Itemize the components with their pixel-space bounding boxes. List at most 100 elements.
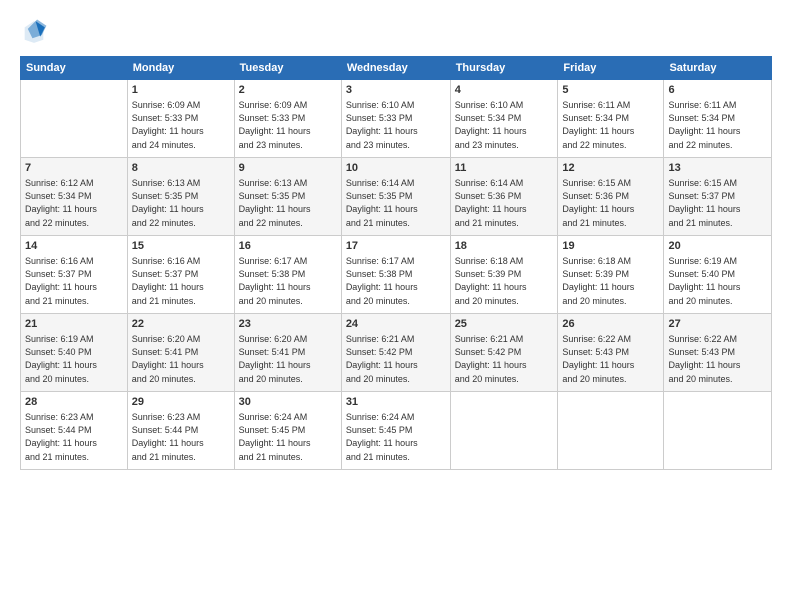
cell-info: Sunrise: 6:18 AM Sunset: 5:39 PM Dayligh…: [455, 255, 554, 307]
calendar-cell: 17Sunrise: 6:17 AM Sunset: 5:38 PM Dayli…: [341, 236, 450, 314]
cell-info: Sunrise: 6:14 AM Sunset: 5:36 PM Dayligh…: [455, 177, 554, 229]
day-number: 12: [562, 161, 659, 176]
calendar-cell: 4Sunrise: 6:10 AM Sunset: 5:34 PM Daylig…: [450, 80, 558, 158]
calendar-cell: 20Sunrise: 6:19 AM Sunset: 5:40 PM Dayli…: [664, 236, 772, 314]
cell-info: Sunrise: 6:09 AM Sunset: 5:33 PM Dayligh…: [132, 99, 230, 151]
calendar-cell: 31Sunrise: 6:24 AM Sunset: 5:45 PM Dayli…: [341, 392, 450, 470]
day-number: 3: [346, 83, 446, 98]
day-number: 10: [346, 161, 446, 176]
day-number: 15: [132, 239, 230, 254]
calendar-cell: 29Sunrise: 6:23 AM Sunset: 5:44 PM Dayli…: [127, 392, 234, 470]
cell-info: Sunrise: 6:20 AM Sunset: 5:41 PM Dayligh…: [132, 333, 230, 385]
calendar-cell: [664, 392, 772, 470]
day-number: 19: [562, 239, 659, 254]
calendar-cell: 8Sunrise: 6:13 AM Sunset: 5:35 PM Daylig…: [127, 158, 234, 236]
day-number: 14: [25, 239, 123, 254]
day-number: 9: [239, 161, 337, 176]
calendar-cell: 3Sunrise: 6:10 AM Sunset: 5:33 PM Daylig…: [341, 80, 450, 158]
day-number: 7: [25, 161, 123, 176]
day-number: 13: [668, 161, 767, 176]
calendar-cell: 22Sunrise: 6:20 AM Sunset: 5:41 PM Dayli…: [127, 314, 234, 392]
calendar-cell: 18Sunrise: 6:18 AM Sunset: 5:39 PM Dayli…: [450, 236, 558, 314]
cell-info: Sunrise: 6:19 AM Sunset: 5:40 PM Dayligh…: [668, 255, 767, 307]
logo: [20, 18, 52, 46]
day-number: 31: [346, 395, 446, 410]
day-number: 29: [132, 395, 230, 410]
cell-info: Sunrise: 6:13 AM Sunset: 5:35 PM Dayligh…: [132, 177, 230, 229]
header-day-wednesday: Wednesday: [341, 57, 450, 80]
cell-info: Sunrise: 6:19 AM Sunset: 5:40 PM Dayligh…: [25, 333, 123, 385]
cell-info: Sunrise: 6:23 AM Sunset: 5:44 PM Dayligh…: [25, 411, 123, 463]
cell-info: Sunrise: 6:17 AM Sunset: 5:38 PM Dayligh…: [239, 255, 337, 307]
calendar-cell: 30Sunrise: 6:24 AM Sunset: 5:45 PM Dayli…: [234, 392, 341, 470]
day-number: 16: [239, 239, 337, 254]
calendar-cell: 10Sunrise: 6:14 AM Sunset: 5:35 PM Dayli…: [341, 158, 450, 236]
calendar-cell: 5Sunrise: 6:11 AM Sunset: 5:34 PM Daylig…: [558, 80, 664, 158]
cell-info: Sunrise: 6:12 AM Sunset: 5:34 PM Dayligh…: [25, 177, 123, 229]
calendar-cell: 27Sunrise: 6:22 AM Sunset: 5:43 PM Dayli…: [664, 314, 772, 392]
cell-info: Sunrise: 6:11 AM Sunset: 5:34 PM Dayligh…: [562, 99, 659, 151]
calendar-cell: 21Sunrise: 6:19 AM Sunset: 5:40 PM Dayli…: [21, 314, 128, 392]
week-row-1: 7Sunrise: 6:12 AM Sunset: 5:34 PM Daylig…: [21, 158, 772, 236]
day-number: 2: [239, 83, 337, 98]
day-number: 17: [346, 239, 446, 254]
calendar-cell: 9Sunrise: 6:13 AM Sunset: 5:35 PM Daylig…: [234, 158, 341, 236]
week-row-2: 14Sunrise: 6:16 AM Sunset: 5:37 PM Dayli…: [21, 236, 772, 314]
day-number: 24: [346, 317, 446, 332]
calendar-cell: 16Sunrise: 6:17 AM Sunset: 5:38 PM Dayli…: [234, 236, 341, 314]
calendar-cell: 23Sunrise: 6:20 AM Sunset: 5:41 PM Dayli…: [234, 314, 341, 392]
calendar-cell: 14Sunrise: 6:16 AM Sunset: 5:37 PM Dayli…: [21, 236, 128, 314]
calendar-table: SundayMondayTuesdayWednesdayThursdayFrid…: [20, 56, 772, 470]
day-number: 20: [668, 239, 767, 254]
day-number: 4: [455, 83, 554, 98]
day-number: 27: [668, 317, 767, 332]
header-row: SundayMondayTuesdayWednesdayThursdayFrid…: [21, 57, 772, 80]
day-number: 26: [562, 317, 659, 332]
week-row-0: 1Sunrise: 6:09 AM Sunset: 5:33 PM Daylig…: [21, 80, 772, 158]
calendar-cell: 7Sunrise: 6:12 AM Sunset: 5:34 PM Daylig…: [21, 158, 128, 236]
calendar-cell: 13Sunrise: 6:15 AM Sunset: 5:37 PM Dayli…: [664, 158, 772, 236]
day-number: 30: [239, 395, 337, 410]
calendar-cell: 25Sunrise: 6:21 AM Sunset: 5:42 PM Dayli…: [450, 314, 558, 392]
day-number: 11: [455, 161, 554, 176]
cell-info: Sunrise: 6:13 AM Sunset: 5:35 PM Dayligh…: [239, 177, 337, 229]
day-number: 18: [455, 239, 554, 254]
header-day-saturday: Saturday: [664, 57, 772, 80]
header-day-monday: Monday: [127, 57, 234, 80]
calendar-cell: 28Sunrise: 6:23 AM Sunset: 5:44 PM Dayli…: [21, 392, 128, 470]
header-day-tuesday: Tuesday: [234, 57, 341, 80]
cell-info: Sunrise: 6:24 AM Sunset: 5:45 PM Dayligh…: [239, 411, 337, 463]
header-day-sunday: Sunday: [21, 57, 128, 80]
day-number: 23: [239, 317, 337, 332]
calendar-cell: 26Sunrise: 6:22 AM Sunset: 5:43 PM Dayli…: [558, 314, 664, 392]
calendar-cell: 6Sunrise: 6:11 AM Sunset: 5:34 PM Daylig…: [664, 80, 772, 158]
cell-info: Sunrise: 6:22 AM Sunset: 5:43 PM Dayligh…: [562, 333, 659, 385]
cell-info: Sunrise: 6:17 AM Sunset: 5:38 PM Dayligh…: [346, 255, 446, 307]
cell-info: Sunrise: 6:23 AM Sunset: 5:44 PM Dayligh…: [132, 411, 230, 463]
calendar-cell: [558, 392, 664, 470]
cell-info: Sunrise: 6:16 AM Sunset: 5:37 PM Dayligh…: [25, 255, 123, 307]
cell-info: Sunrise: 6:09 AM Sunset: 5:33 PM Dayligh…: [239, 99, 337, 151]
calendar-cell: 2Sunrise: 6:09 AM Sunset: 5:33 PM Daylig…: [234, 80, 341, 158]
cell-info: Sunrise: 6:16 AM Sunset: 5:37 PM Dayligh…: [132, 255, 230, 307]
week-row-4: 28Sunrise: 6:23 AM Sunset: 5:44 PM Dayli…: [21, 392, 772, 470]
cell-info: Sunrise: 6:10 AM Sunset: 5:34 PM Dayligh…: [455, 99, 554, 151]
day-number: 8: [132, 161, 230, 176]
cell-info: Sunrise: 6:20 AM Sunset: 5:41 PM Dayligh…: [239, 333, 337, 385]
calendar-cell: 11Sunrise: 6:14 AM Sunset: 5:36 PM Dayli…: [450, 158, 558, 236]
logo-icon: [20, 18, 48, 46]
calendar-cell: 24Sunrise: 6:21 AM Sunset: 5:42 PM Dayli…: [341, 314, 450, 392]
header-day-thursday: Thursday: [450, 57, 558, 80]
header: [20, 18, 772, 46]
cell-info: Sunrise: 6:22 AM Sunset: 5:43 PM Dayligh…: [668, 333, 767, 385]
week-row-3: 21Sunrise: 6:19 AM Sunset: 5:40 PM Dayli…: [21, 314, 772, 392]
day-number: 25: [455, 317, 554, 332]
cell-info: Sunrise: 6:21 AM Sunset: 5:42 PM Dayligh…: [455, 333, 554, 385]
calendar-cell: 19Sunrise: 6:18 AM Sunset: 5:39 PM Dayli…: [558, 236, 664, 314]
calendar-cell: [450, 392, 558, 470]
cell-info: Sunrise: 6:14 AM Sunset: 5:35 PM Dayligh…: [346, 177, 446, 229]
calendar-cell: 1Sunrise: 6:09 AM Sunset: 5:33 PM Daylig…: [127, 80, 234, 158]
day-number: 6: [668, 83, 767, 98]
calendar-cell: 12Sunrise: 6:15 AM Sunset: 5:36 PM Dayli…: [558, 158, 664, 236]
day-number: 28: [25, 395, 123, 410]
